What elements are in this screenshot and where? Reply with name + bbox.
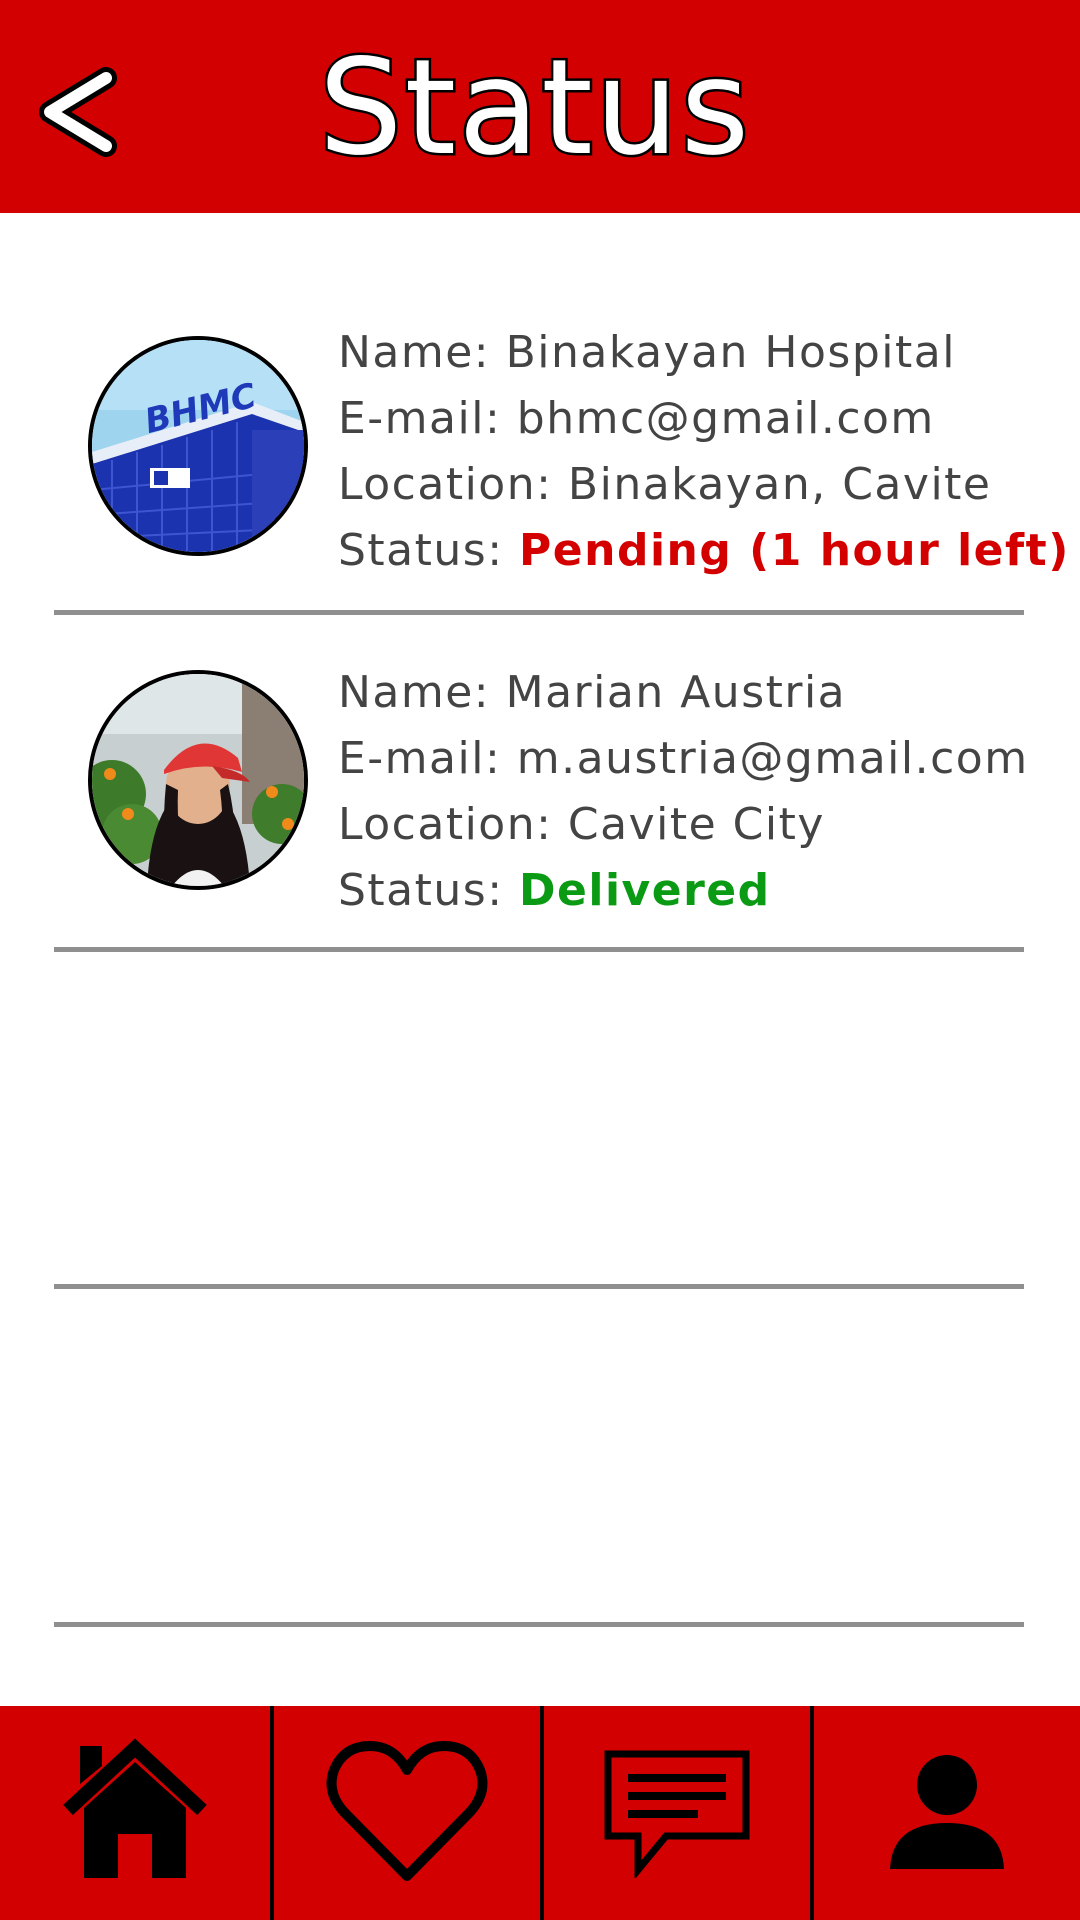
location-line: Location: Binakayan, Cavite xyxy=(338,459,992,510)
entry-location: Binakayan, Cavite xyxy=(567,459,992,510)
entry-email: bhmc@gmail.com xyxy=(516,393,935,444)
chat-icon xyxy=(604,1750,750,1878)
entry-info: Name: Binakayan Hospital E-mail: bhmc@gm… xyxy=(338,320,1070,584)
nav-profile[interactable] xyxy=(810,1706,1080,1920)
nav-messages[interactable] xyxy=(540,1706,810,1920)
entry-location: Cavite City xyxy=(567,799,825,850)
avatar xyxy=(88,670,308,890)
nav-favorites[interactable] xyxy=(270,1706,540,1920)
name-line: Name: Binakayan Hospital xyxy=(338,327,956,378)
status-pending: Pending (1 hour left) xyxy=(519,525,1070,576)
nav-home[interactable] xyxy=(0,1706,270,1920)
location-line: Location: Cavite City xyxy=(338,799,825,850)
divider xyxy=(54,947,1024,952)
status-line: Status: Pending (1 hour left) xyxy=(338,525,1070,576)
status-screen: Status BHMC Name: Binakayan Hospital E-m… xyxy=(0,0,1080,1920)
home-icon xyxy=(63,1738,207,1878)
hospital-building-image: BHMC xyxy=(92,340,304,552)
person-photo xyxy=(92,674,304,886)
entry-info: Name: Marian Austria E-mail: m.austria@g… xyxy=(338,660,1029,924)
entry-name: Marian Austria xyxy=(505,667,847,718)
avatar: BHMC xyxy=(88,336,308,556)
entry-name: Binakayan Hospital xyxy=(505,327,956,378)
divider xyxy=(54,1622,1024,1627)
profile-icon xyxy=(890,1755,1004,1869)
email-line: E-mail: m.austria@gmail.com xyxy=(338,733,1029,784)
status-line: Status: Delivered xyxy=(338,865,771,916)
page-title: Status xyxy=(316,29,752,188)
divider xyxy=(54,610,1024,615)
email-line: E-mail: bhmc@gmail.com xyxy=(338,393,935,444)
name-line: Name: Marian Austria xyxy=(338,667,847,718)
bottom-nav xyxy=(0,1706,1080,1920)
heart-icon xyxy=(326,1741,488,1881)
divider xyxy=(54,1284,1024,1289)
status-delivered: Delivered xyxy=(519,865,771,916)
entry-email: m.austria@gmail.com xyxy=(516,733,1029,784)
header-bar: Status xyxy=(0,0,1080,213)
